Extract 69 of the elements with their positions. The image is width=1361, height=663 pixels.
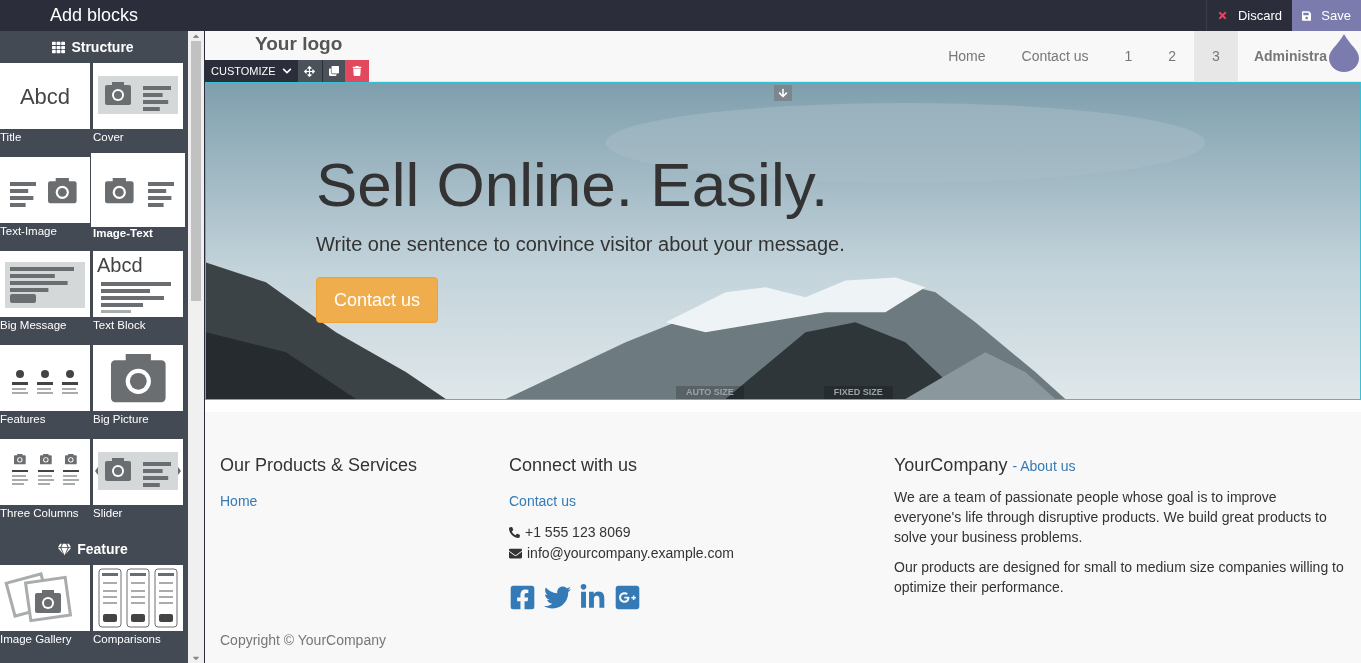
block-thumbnail-icon	[111, 354, 166, 403]
block-label: Features	[0, 412, 47, 427]
size-option[interactable]: FIXED SIZE	[823, 385, 893, 399]
footer-paragraph: Our products are designed for small to medium size companies willing to optimize their performance.	[894, 558, 1344, 597]
block-thumbnail-icon	[5, 262, 85, 308]
grid-icon	[52, 40, 66, 54]
duplicate-button[interactable]	[321, 60, 345, 82]
block-label: Three Columns	[0, 506, 80, 521]
copy-icon	[328, 66, 339, 76]
twitter-icon[interactable]	[544, 584, 571, 611]
move-button[interactable]	[297, 60, 322, 82]
mail-icon	[509, 547, 522, 560]
move-icon	[304, 65, 316, 77]
move-down-icon[interactable]	[774, 85, 792, 101]
block-thumbnail-icon	[12, 454, 79, 485]
block-label: Image Gallery	[0, 632, 73, 647]
logo[interactable]: Your logo	[255, 33, 343, 55]
nav-link[interactable]: 2	[1150, 31, 1195, 81]
hero-subtitle: Write one sentence to convince visitor about your message.	[316, 232, 845, 257]
chevron-down-icon	[281, 66, 292, 76]
block-label: Image-Text	[93, 226, 154, 241]
drop-icon	[1329, 34, 1359, 72]
nav-link[interactable]: Home	[930, 31, 1004, 81]
thumbnail-text: Abcd	[19, 84, 71, 109]
facebook-icon[interactable]	[509, 584, 536, 611]
footer-link[interactable]: Home	[220, 491, 509, 512]
block-thumbnail-icon	[98, 568, 178, 628]
block-label: Cover	[93, 130, 125, 145]
user-menu[interactable]: Administra	[1237, 45, 1327, 67]
trash-icon	[351, 66, 362, 76]
block-label: Big Picture	[93, 412, 150, 427]
save-icon	[1302, 9, 1312, 22]
block-label: Text Block	[93, 318, 147, 333]
hero-title: Sell Online. Easily.	[316, 149, 829, 221]
linkedin-icon[interactable]	[579, 584, 606, 611]
save-button[interactable]: Save	[1292, 0, 1361, 31]
block-label: Comparisons	[93, 632, 162, 647]
block-label: Text-Image	[0, 224, 58, 239]
phone-number: +1 555 123 8069	[525, 523, 631, 542]
nav-link[interactable]: Contact us	[1003, 31, 1107, 81]
section-title: Feature	[77, 539, 128, 559]
scrollbar[interactable]	[188, 31, 204, 663]
copyright: Copyright © YourCompany	[220, 631, 387, 650]
close-icon	[1216, 10, 1228, 21]
footer-heading: YourCompany	[894, 454, 1008, 477]
block-thumbnail-icon	[12, 370, 78, 394]
block-label: Big Message	[0, 318, 68, 333]
google-plus-icon[interactable]	[614, 584, 641, 611]
phone-icon	[509, 527, 520, 538]
nav-link[interactable]: 3	[1194, 31, 1238, 81]
block-thumbnail-icon	[95, 452, 181, 490]
email-address: info@yourcompany.example.com	[527, 544, 734, 563]
block-thumbnail-icon	[10, 178, 77, 207]
block-label: Slider	[93, 506, 124, 521]
block-label: Title	[0, 130, 23, 145]
block-thumbnail-icon	[4, 572, 73, 623]
block-thumbnail-icon	[105, 178, 174, 207]
customize-button[interactable]: CUSTOMIZE	[205, 60, 298, 82]
delete-button[interactable]	[344, 60, 369, 82]
diamond-icon	[58, 542, 72, 556]
footer-link[interactable]: Contact us	[509, 491, 894, 512]
nav-link[interactable]: 1	[1106, 31, 1151, 81]
footer-heading: Connect with us	[509, 454, 639, 477]
block-thumbnail-icon	[98, 76, 178, 114]
section-title: Structure	[71, 37, 134, 57]
sidebar-title: Add blocks	[0, 0, 204, 31]
footer-heading: Our Products & Services	[220, 454, 419, 477]
footer-paragraph: We are a team of passionate people whose goal is to improve everyone's life through disruptive products. We build great products to solve your business problems.	[894, 488, 1328, 547]
about-link[interactable]: - About us	[1012, 456, 1076, 477]
